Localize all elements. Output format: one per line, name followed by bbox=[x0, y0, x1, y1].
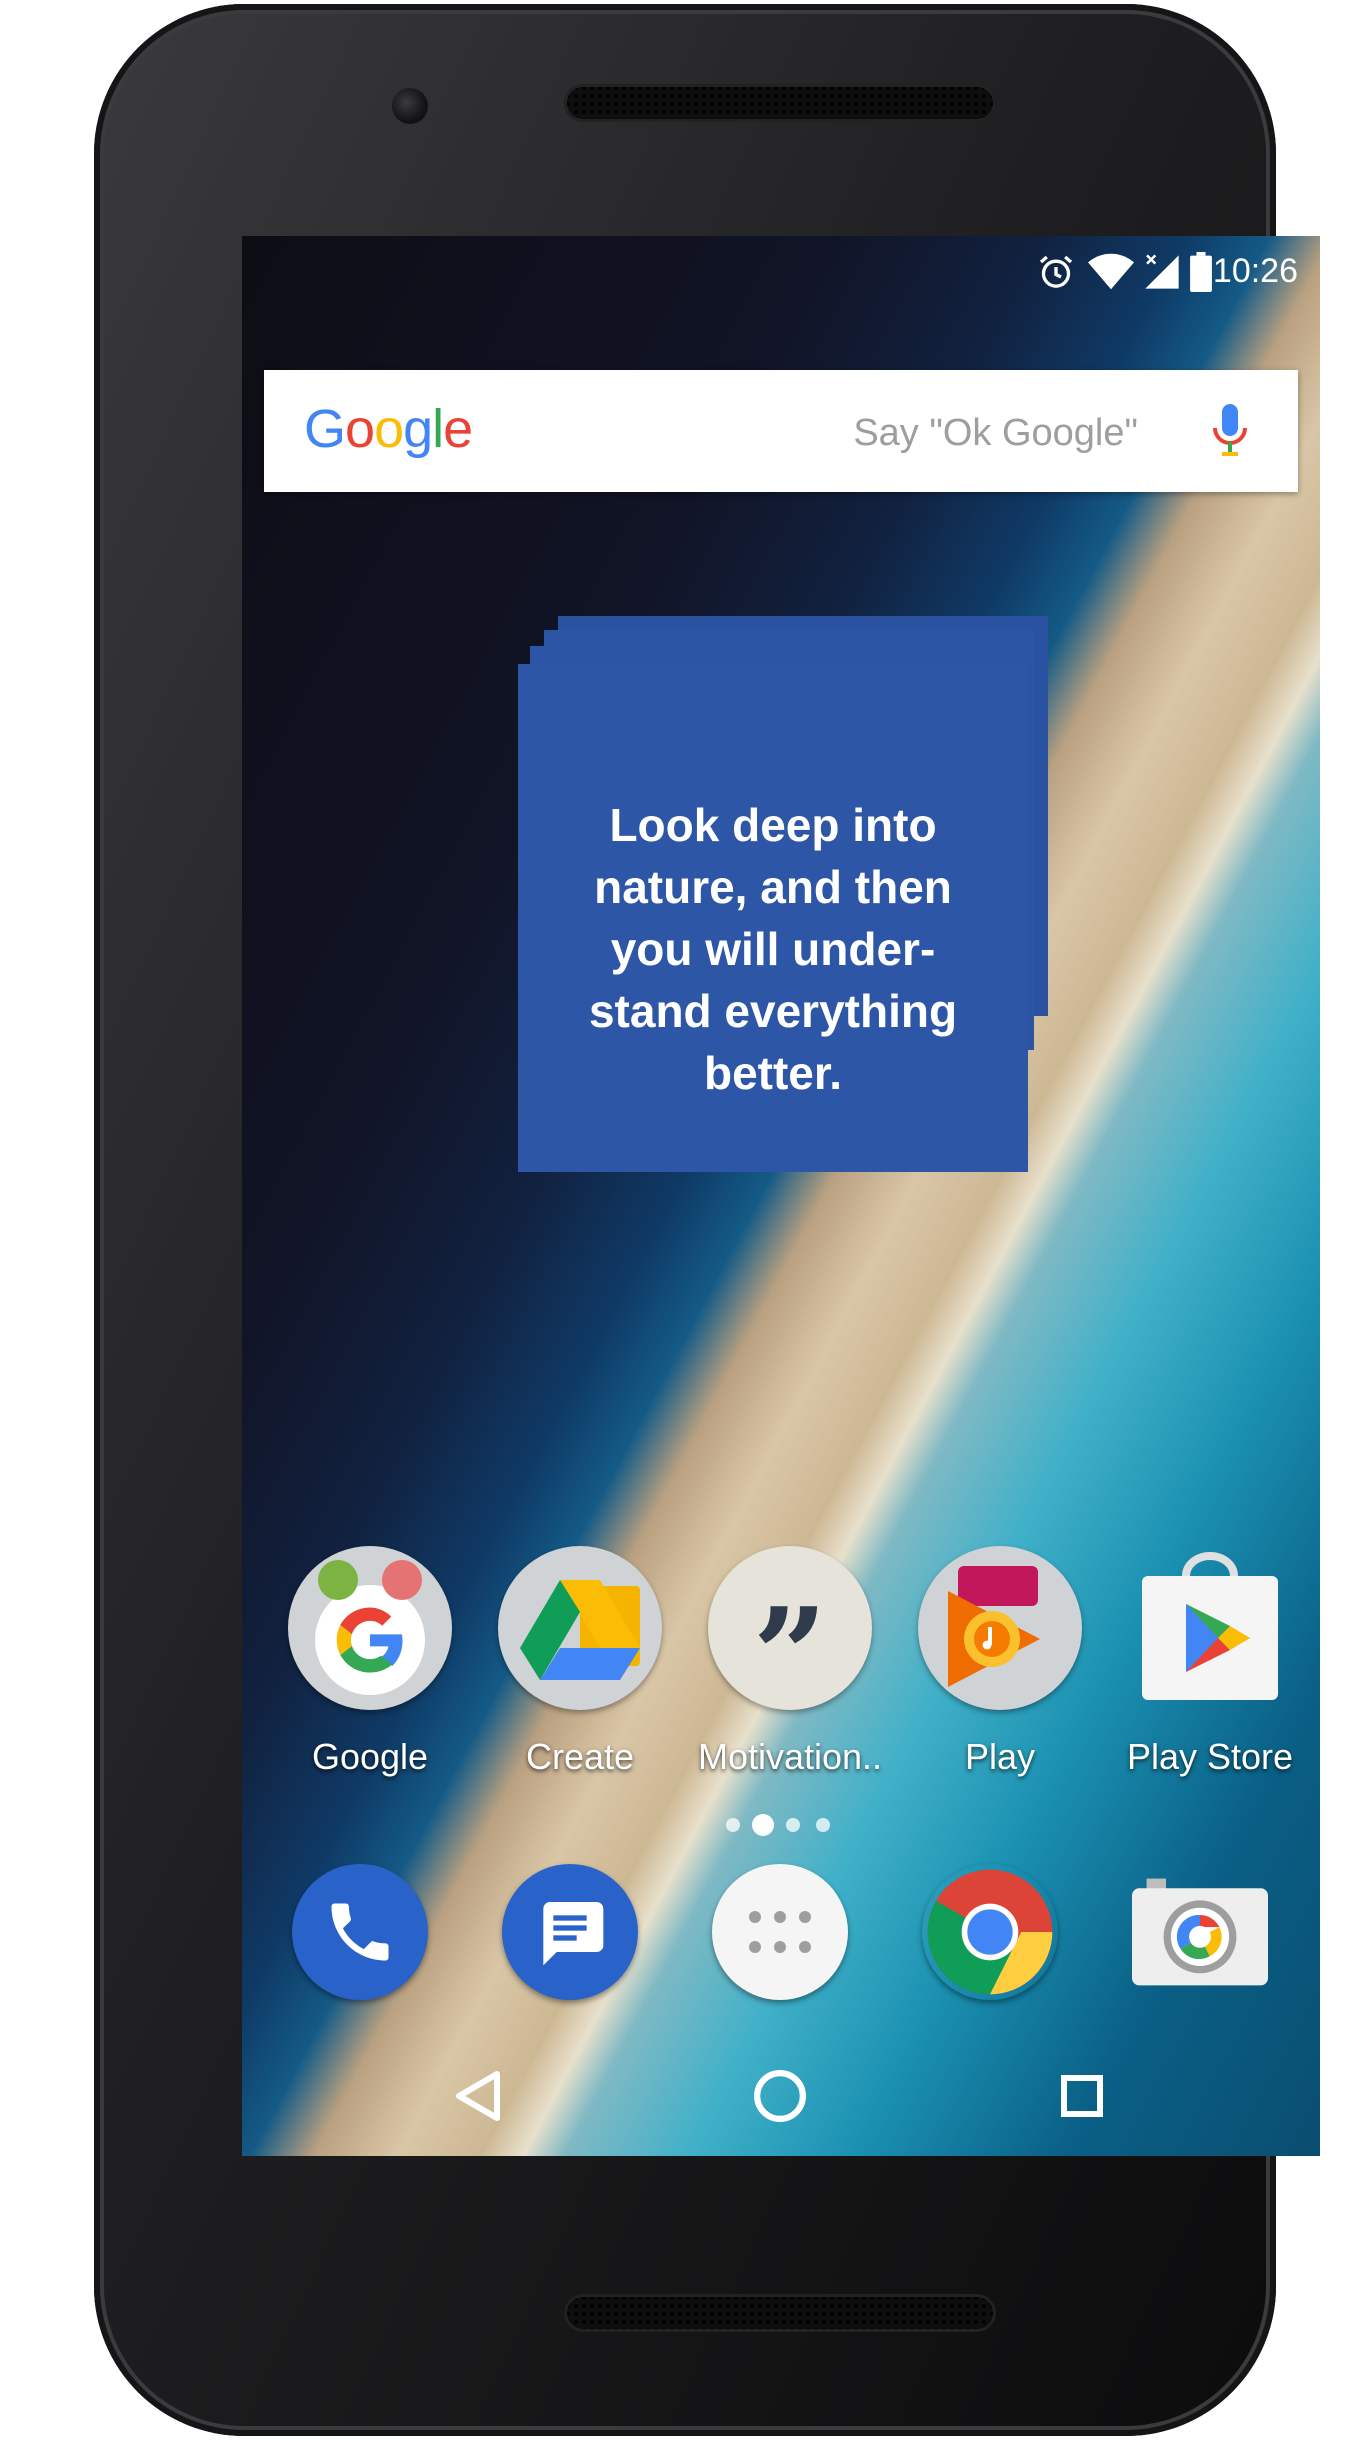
quote-card: Look deep into nature, and then you will… bbox=[518, 664, 1028, 1172]
page-dot bbox=[786, 1818, 800, 1832]
search-hint: Say "Ok Google" bbox=[853, 412, 1138, 454]
phone-icon[interactable] bbox=[292, 1864, 428, 2000]
page-indicator bbox=[726, 1810, 836, 1840]
chrome-icon[interactable] bbox=[922, 1864, 1058, 2000]
app-label: Play Store bbox=[1126, 1736, 1294, 1777]
battery-icon bbox=[1190, 252, 1212, 297]
home-icon[interactable] bbox=[750, 2066, 810, 2126]
home-screen: 10:26 Google Say "Ok Google" Look deep i… bbox=[242, 236, 1320, 2156]
page-dot bbox=[726, 1818, 740, 1832]
app-label: Play bbox=[964, 1736, 1036, 1777]
camera-icon[interactable] bbox=[1132, 1864, 1268, 2000]
page-dot-active bbox=[752, 1814, 774, 1836]
wifi-icon bbox=[1088, 252, 1134, 297]
app-google[interactable]: Google bbox=[264, 1546, 476, 1778]
google-folder-icon bbox=[288, 1546, 452, 1710]
app-label: Google bbox=[311, 1736, 429, 1777]
apps-grid-icon[interactable] bbox=[712, 1864, 848, 2000]
home-app-row: Google Create ” Motivation.. Play Play S… bbox=[242, 1546, 1320, 1786]
recents-icon[interactable] bbox=[1052, 2066, 1112, 2126]
navigation-bar bbox=[242, 2036, 1320, 2156]
phone-frame: 10:26 Google Say "Ok Google" Look deep i… bbox=[94, 4, 1320, 2436]
mic-icon[interactable] bbox=[1210, 402, 1250, 467]
google-search-bar[interactable]: Google Say "Ok Google" bbox=[264, 370, 1298, 492]
app-motivation[interactable]: ” Motivation.. bbox=[684, 1546, 896, 1778]
play-store-icon bbox=[1128, 1546, 1292, 1710]
alarm-icon bbox=[1036, 252, 1076, 297]
back-icon[interactable] bbox=[448, 2066, 508, 2126]
app-label: Motivation.. bbox=[697, 1736, 883, 1777]
quote-text: Look deep into nature, and then you will… bbox=[588, 799, 958, 1099]
play-folder-icon bbox=[918, 1546, 1082, 1710]
cell-signal-icon bbox=[1142, 252, 1182, 297]
app-create[interactable]: Create bbox=[474, 1546, 686, 1778]
status-bar: 10:26 bbox=[242, 236, 1320, 300]
quote-icon: ” bbox=[708, 1546, 872, 1710]
quote-widget[interactable]: Look deep into nature, and then you will… bbox=[518, 616, 1048, 1172]
app-play[interactable]: Play bbox=[894, 1546, 1106, 1778]
page-dot bbox=[816, 1818, 830, 1832]
front-camera bbox=[392, 88, 428, 124]
messages-icon[interactable] bbox=[502, 1864, 638, 2000]
google-logo: Google bbox=[304, 399, 473, 459]
create-folder-icon bbox=[498, 1546, 662, 1710]
clock: 10:26 bbox=[1212, 252, 1298, 290]
app-play-store[interactable]: Play Store bbox=[1104, 1546, 1316, 1778]
dock bbox=[242, 1864, 1320, 2004]
app-label: Create bbox=[525, 1736, 635, 1777]
bottom-speaker bbox=[564, 2294, 996, 2332]
earpiece-speaker bbox=[564, 84, 996, 122]
